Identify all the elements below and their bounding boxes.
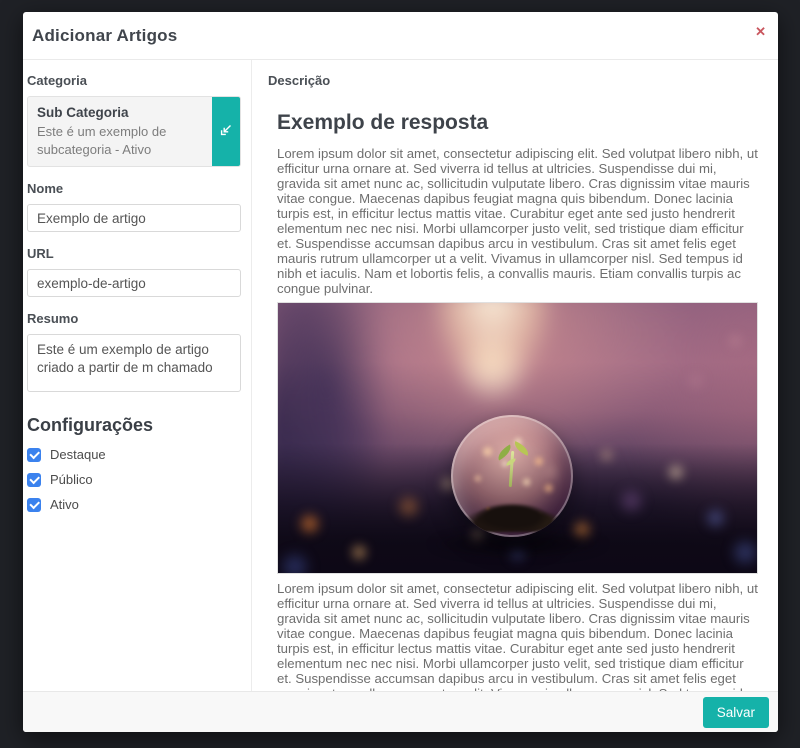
url-input[interactable] [27, 269, 241, 297]
modal-body: Categoria Sub Categoria Este é um exempl… [23, 60, 778, 691]
glass-bubble [451, 415, 573, 537]
arrow-down-left-icon [218, 122, 234, 141]
checkbox-checked-icon[interactable] [27, 448, 41, 462]
checkbox-label: Destaque [50, 447, 106, 462]
name-label: Nome [27, 181, 241, 196]
add-article-modal: Adicionar Artigos ✕ Categoria Sub Catego… [23, 12, 778, 732]
checkbox-checked-icon[interactable] [27, 498, 41, 512]
checkbox-row-destaque[interactable]: Destaque [27, 447, 241, 462]
article-image [277, 302, 758, 574]
category-card-subtitle: Este é um exemplo de subcategoria - Ativ… [37, 123, 206, 158]
description-preview: Exemplo de resposta Lorem ipsum dolor si… [268, 96, 766, 691]
name-input[interactable] [27, 204, 241, 232]
modal-header: Adicionar Artigos ✕ [23, 12, 778, 60]
category-card-title: Sub Categoria [37, 105, 206, 120]
modal-title: Adicionar Artigos [32, 26, 177, 46]
save-button[interactable]: Salvar [703, 697, 769, 728]
url-label: URL [27, 246, 241, 261]
category-card-text: Sub Categoria Este é um exemplo de subca… [28, 97, 212, 166]
paragraph-bottom: Lorem ipsum dolor sit amet, consectetur … [277, 581, 758, 691]
category-label: Categoria [27, 73, 241, 88]
modal-backdrop: Adicionar Artigos ✕ Categoria Sub Catego… [0, 0, 800, 748]
select-category-button[interactable] [212, 97, 240, 166]
description-label: Descrição [268, 73, 766, 88]
modal-footer: Salvar [23, 691, 778, 732]
checkbox-row-ativo[interactable]: Ativo [27, 497, 241, 512]
checkbox-checked-icon[interactable] [27, 473, 41, 487]
close-icon[interactable]: ✕ [755, 25, 766, 38]
settings-heading: Configurações [27, 415, 241, 436]
description-column: Descrição Exemplo de resposta Lorem ipsu… [252, 60, 778, 691]
response-heading: Exemplo de resposta [277, 111, 766, 135]
paragraph-top: Lorem ipsum dolor sit amet, consectetur … [277, 146, 758, 296]
checkbox-label: Ativo [50, 497, 79, 512]
summary-textarea[interactable]: Este é um exemplo de artigo criado a par… [27, 334, 241, 392]
category-card: Sub Categoria Este é um exemplo de subca… [27, 96, 241, 167]
checkbox-label: Público [50, 472, 93, 487]
checkbox-row-publico[interactable]: Público [27, 472, 241, 487]
summary-label: Resumo [27, 311, 241, 326]
form-column: Categoria Sub Categoria Este é um exempl… [23, 60, 252, 691]
bubble-soil [458, 481, 565, 532]
